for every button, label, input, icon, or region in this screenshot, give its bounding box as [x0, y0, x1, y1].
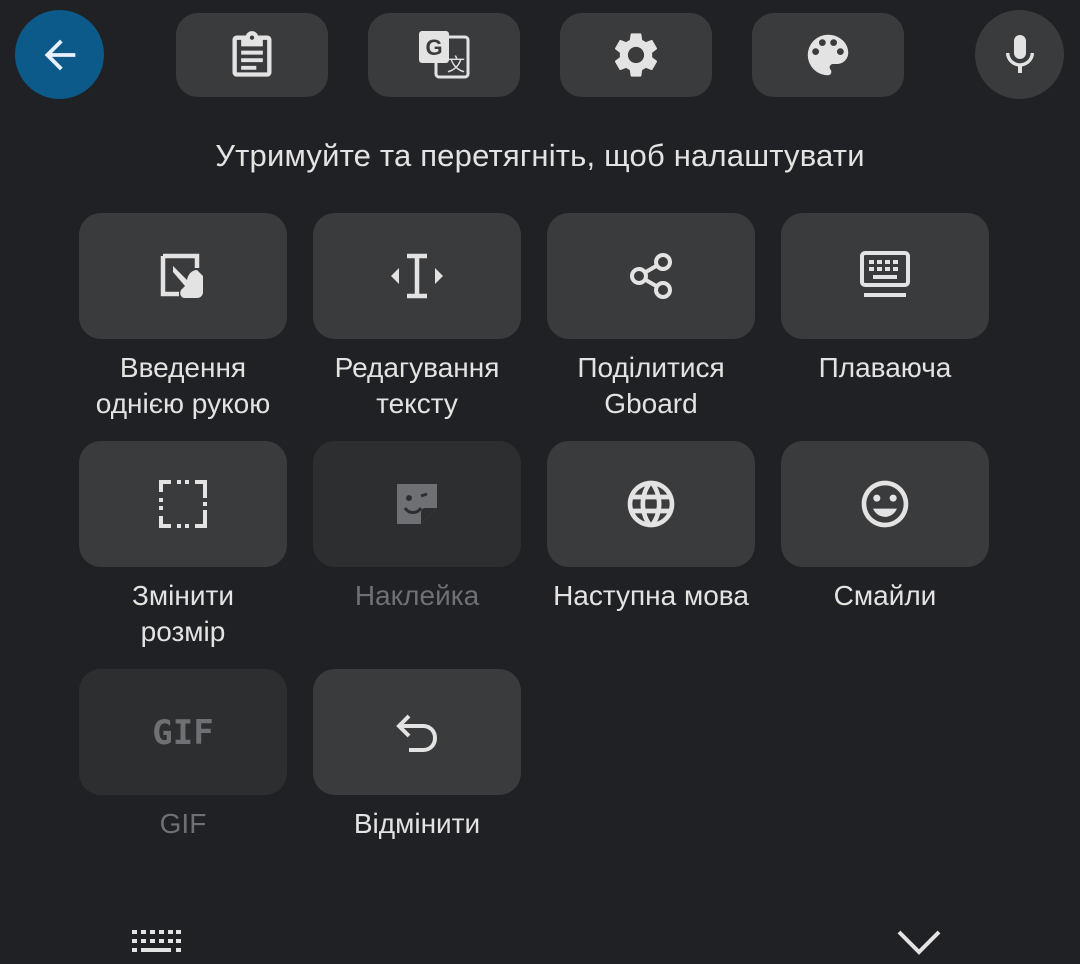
text-cursor-icon	[391, 253, 443, 299]
customize-hint: Утримуйте та перетягніть, щоб налаштуват…	[215, 138, 865, 173]
chevron-down-icon	[897, 930, 941, 955]
switch-keyboard-button[interactable]	[130, 924, 182, 958]
palette-icon	[807, 34, 849, 76]
tile-label: Редагування тексту	[334, 352, 500, 419]
next-language-button[interactable]	[547, 441, 755, 567]
resize-icon	[159, 480, 207, 528]
resize-button[interactable]	[79, 441, 287, 567]
smiley-icon	[861, 480, 909, 528]
svg-text:文: 文	[447, 55, 465, 76]
tile-label: Відмінити	[353, 808, 481, 839]
tile-label: Плаваюча	[818, 352, 952, 383]
tile-label: Смайли	[833, 580, 937, 611]
tile-label: Поділитися Gboard	[577, 352, 725, 419]
share-icon	[630, 253, 672, 299]
one-hand-icon	[160, 253, 203, 298]
settings-button[interactable]	[560, 13, 712, 97]
text-editing-button[interactable]	[313, 213, 521, 339]
floating-keyboard-icon	[860, 251, 910, 297]
share-gboard-button[interactable]	[547, 213, 755, 339]
tile-label: Змінити розмір	[132, 580, 234, 647]
voice-input-button[interactable]	[975, 10, 1064, 99]
tile-label: GIF	[159, 808, 207, 839]
clipboard-button[interactable]	[176, 13, 328, 97]
sticker-icon	[397, 484, 437, 524]
sticker-button[interactable]	[313, 441, 521, 567]
tile-label: Наступна мова	[553, 580, 749, 611]
keyboard-icon	[132, 930, 181, 952]
gear-icon	[614, 33, 658, 77]
gif-icon-text: GIF	[152, 713, 213, 752]
hide-keyboard-button[interactable]	[896, 924, 942, 958]
globe-icon	[627, 480, 675, 528]
one-handed-mode-button[interactable]	[79, 213, 287, 339]
arrow-left-icon	[44, 39, 75, 70]
emoji-button[interactable]	[781, 441, 989, 567]
clipboard-icon	[232, 31, 272, 77]
tile-label: Наклейка	[354, 580, 480, 611]
svg-text:G: G	[425, 35, 442, 60]
tile-label: Введення однією рукою	[95, 352, 271, 419]
undo-icon	[396, 714, 438, 752]
gif-icon: GIF	[152, 713, 213, 752]
top-toolbar: G 文	[0, 0, 1080, 110]
undo-button[interactable]	[313, 669, 521, 795]
translate-icon: G 文	[419, 31, 470, 79]
back-button[interactable]	[15, 10, 104, 99]
gif-button[interactable]: GIF	[79, 669, 287, 795]
floating-keyboard-button[interactable]	[781, 213, 989, 339]
theme-button[interactable]	[752, 13, 904, 97]
microphone-icon	[1005, 34, 1034, 73]
translate-button[interactable]: G 文	[368, 13, 520, 97]
